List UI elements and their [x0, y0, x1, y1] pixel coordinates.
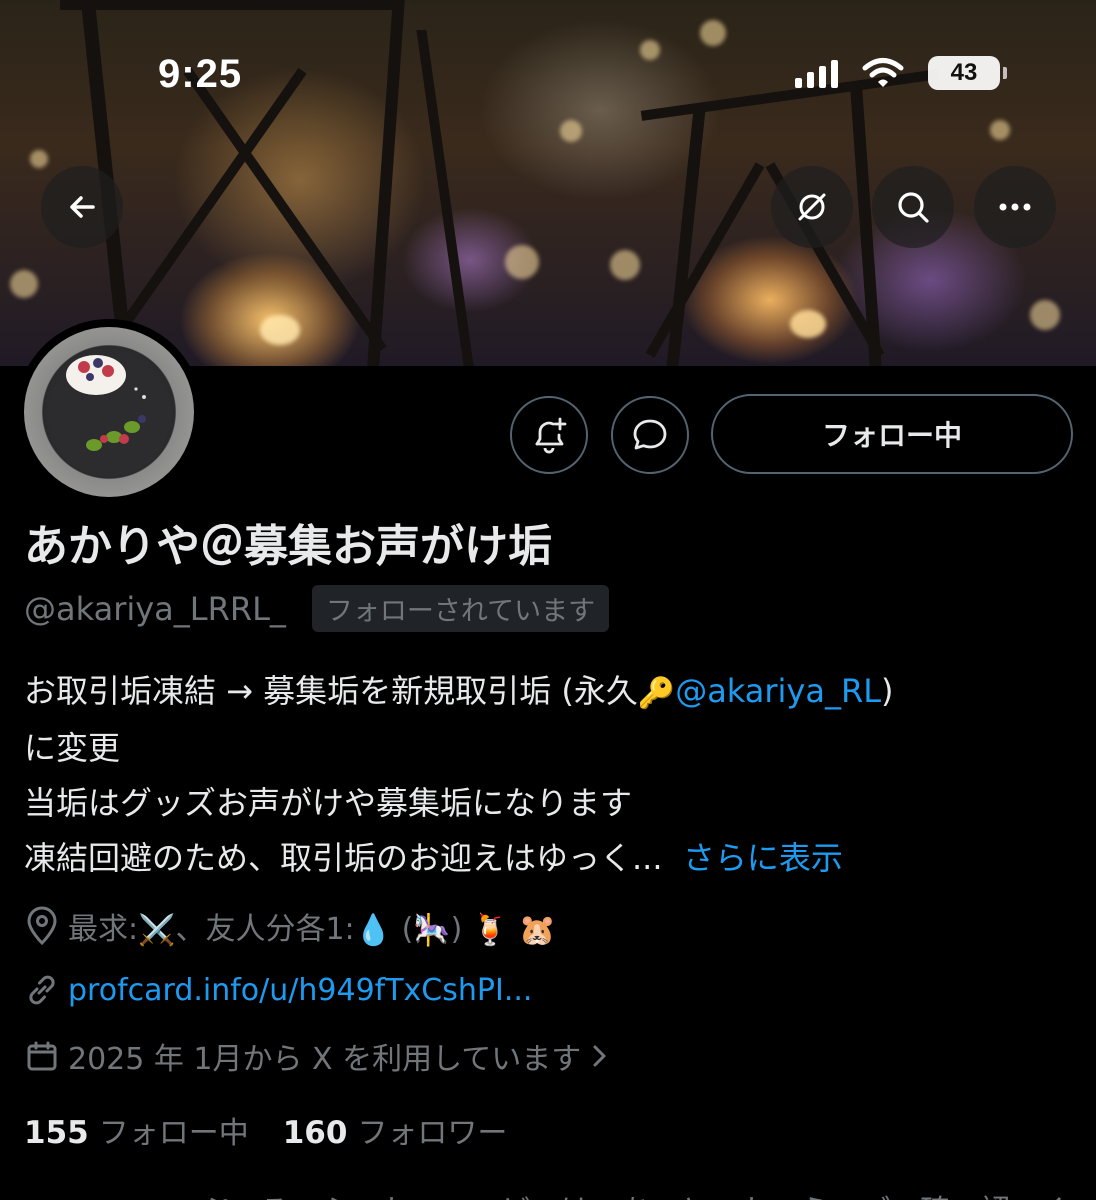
- bio-line-3: 当垢はグッズお声がけや募集垢になります: [24, 783, 633, 822]
- cellular-signal-icon: [795, 58, 838, 88]
- header-banner-image[interactable]: 9:25 43: [0, 0, 1096, 366]
- more-options-button[interactable]: [974, 166, 1056, 248]
- bio-text: 凍結回避のため、取引垢のお迎えはゆっく...: [24, 838, 663, 877]
- profile-page: 9:25 43 フォロー中 あかりや＠募集お声がけ垢 @akariya_LRRL…: [0, 0, 1096, 1200]
- location-text: 最求:⚔️、友人分各1:💧 (🎠) 🍹 🐹: [68, 912, 557, 948]
- following-count: 155: [24, 1115, 89, 1151]
- follow-stats: 155 フォロー中 160 フォロワー: [24, 1108, 507, 1152]
- chat-bubble-icon: [633, 419, 667, 450]
- following-button[interactable]: フォロー中: [711, 394, 1073, 474]
- calendar-icon: [27, 1041, 57, 1071]
- status-icons: 43: [795, 56, 1007, 90]
- avatar-image: [24, 327, 194, 497]
- location-row: 最求:⚔️、友人分各1:💧 (🎠) 🍹 🐹: [24, 904, 556, 948]
- handle-row: @akariya_LRRL_ フォローされています: [24, 585, 610, 632]
- truncated-text: ぷ ろ ふ か ー ど は あ と か ら ご 確 認 く だ さ い: [200, 1186, 1096, 1200]
- bio-text: お取引垢凍結 → 募集垢を新規取引垢 (永久: [24, 672, 638, 710]
- search-icon: [898, 192, 929, 223]
- avatar[interactable]: [16, 319, 202, 505]
- grok-slash-icon: [798, 193, 826, 221]
- bio-line-2: に変更: [24, 728, 121, 767]
- search-button[interactable]: [872, 166, 954, 248]
- follows-you-badge: フォローされています: [311, 585, 610, 632]
- carousel-horse-emoji: 🎠: [413, 913, 451, 948]
- location-pin-icon: [27, 906, 57, 946]
- tropical-drink-emoji: 🍹: [471, 913, 510, 948]
- swords-emoji: ⚔️: [138, 913, 176, 948]
- joined-row[interactable]: 2025 年 1月から X を利用しています: [24, 1034, 609, 1078]
- website-row: profcard.info/u/h949fTxCshPI...: [24, 972, 532, 1008]
- joined-date-text: 2025 年 1月から X を利用しています: [68, 1042, 582, 1077]
- bio-mention-link[interactable]: @akariya_RL: [675, 672, 881, 710]
- back-button[interactable]: [41, 166, 123, 248]
- bio-text: ): [881, 672, 894, 710]
- notification-subscribe-button[interactable]: [510, 396, 588, 474]
- message-button[interactable]: [611, 396, 689, 474]
- following-stat[interactable]: 155 フォロー中: [24, 1108, 249, 1152]
- followers-count: 160: [282, 1115, 348, 1151]
- wifi-icon: [862, 58, 904, 87]
- grok-button[interactable]: [771, 166, 853, 248]
- website-link[interactable]: profcard.info/u/h949fTxCshPI...: [68, 973, 532, 1008]
- bio-line-4: 凍結回避のため、取引垢のお迎えはゆっく... さらに表示: [24, 831, 1084, 886]
- link-icon: [29, 975, 55, 1005]
- status-time: 9:25: [158, 52, 243, 96]
- key-emoji: 🔑: [637, 675, 676, 711]
- profile-bio: お取引垢凍結 → 募集垢を新規取引垢 (永久🔑@akariya_RL) に変更 …: [24, 664, 1084, 886]
- show-more-link[interactable]: さらに表示: [683, 839, 843, 877]
- arrow-left-icon: [70, 196, 95, 218]
- display-name: あかりや＠募集お声がけ垢: [24, 521, 552, 572]
- following-label: フォロー中: [98, 1116, 249, 1151]
- chevron-right-icon: [593, 1045, 606, 1067]
- bell-plus-icon: [535, 417, 567, 454]
- battery-indicator: 43: [928, 56, 1007, 90]
- user-handle: @akariya_LRRL_: [24, 589, 286, 628]
- more-horizontal-icon: [999, 203, 1031, 211]
- followers-stat[interactable]: 160 フォロワー: [283, 1108, 508, 1152]
- droplet-emoji: 💧: [354, 913, 393, 948]
- hamster-emoji: 🐹: [518, 913, 557, 948]
- bio-line-1: お取引垢凍結 → 募集垢を新規取引垢 (永久🔑@akariya_RL): [24, 664, 1084, 721]
- followers-label: フォロワー: [357, 1116, 508, 1151]
